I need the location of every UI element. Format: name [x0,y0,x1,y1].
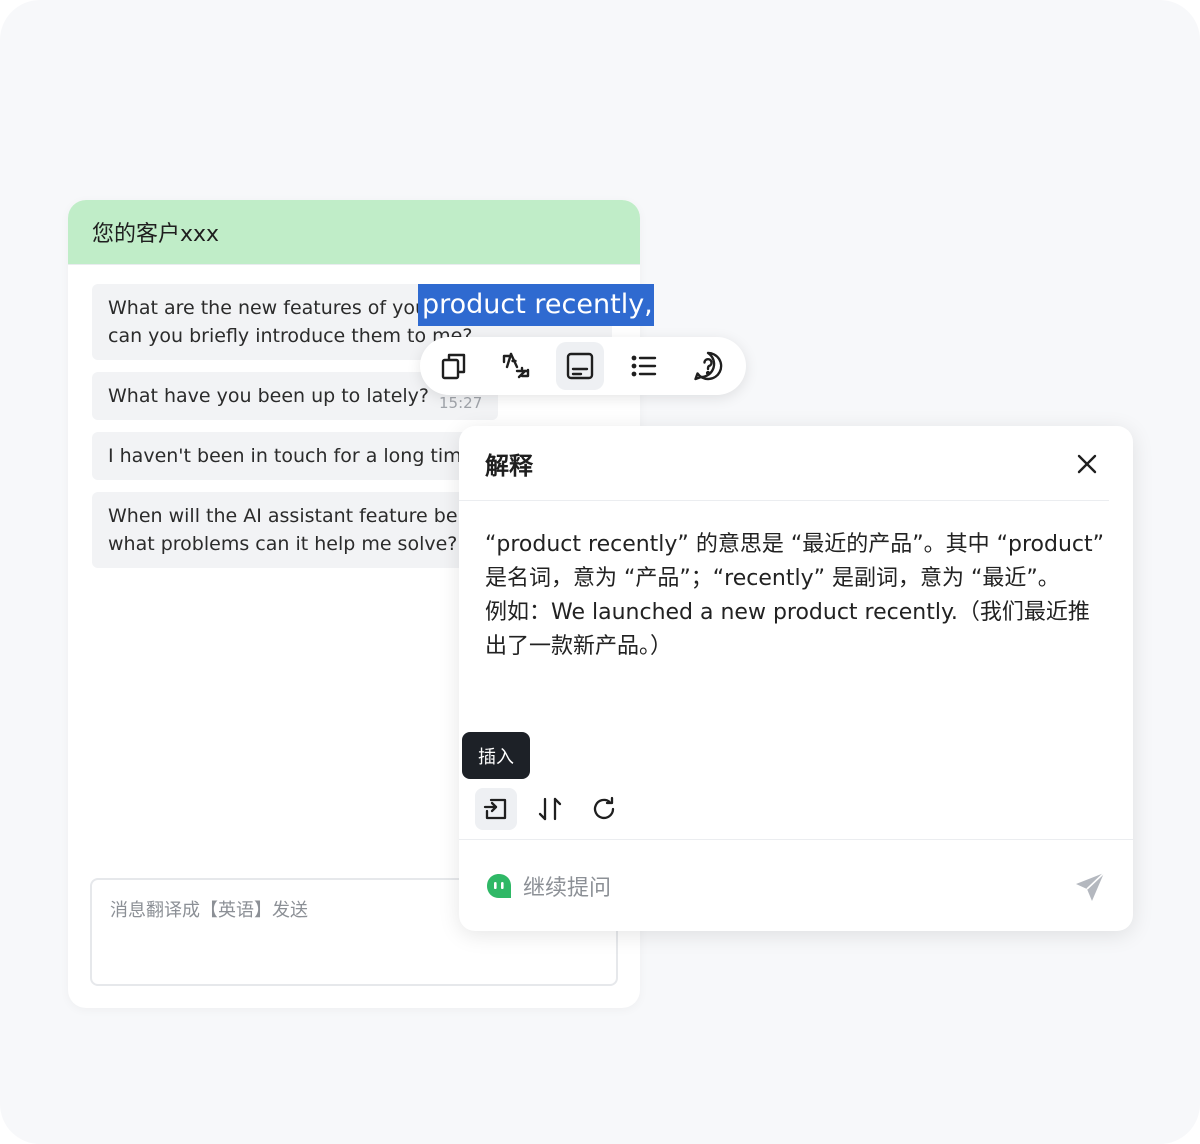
ask-button[interactable] [684,342,732,390]
swap-button[interactable] [529,788,571,830]
swap-icon [538,797,562,821]
message-bubble[interactable]: I haven't been in touch for a long time [92,432,492,480]
close-button[interactable] [1073,450,1101,478]
chat-header: 您的客户xxx [68,200,640,265]
ai-assistant-icon [487,874,511,898]
explanation-text: “product recently” 的意思是 “最近的产品”。其中 “prod… [485,532,1105,659]
message-text: When will the AI assistant feature be l [108,505,469,527]
message-bubble[interactable]: When will the AI assistant feature be l … [92,492,492,568]
panel-divider [459,500,1109,501]
panel-title: 解释 [485,452,533,480]
insert-icon [483,798,507,820]
message-text: What have you been up to lately? [108,385,430,407]
list-icon [631,355,657,377]
selection-toolbar [420,337,746,395]
input-placeholder: 消息翻译成【英语】发送 [110,900,308,921]
question-icon [694,351,723,381]
translate-icon [502,352,530,379]
explain-icon [566,352,594,380]
message-text: what problems can it help me solve? [108,533,458,555]
refresh-icon [593,796,615,820]
explain-button[interactable] [556,342,604,390]
close-icon [1077,454,1097,474]
message-time: 15:27 [439,394,483,412]
send-icon[interactable] [1073,870,1107,904]
explain-panel: 解释 “product recently” 的意思是 “最近的产品”。其中 “p… [459,426,1133,931]
contact-name: 您的客户xxx [92,222,220,247]
translate-button[interactable] [492,342,540,390]
regenerate-button[interactable] [583,788,625,830]
copy-icon [441,353,466,380]
insert-button[interactable] [475,788,517,830]
footer-divider [459,839,1133,840]
summary-button[interactable] [620,342,668,390]
selected-text[interactable]: product recently, [418,284,654,326]
canvas-background: 您的客户xxx What are the new features of you… [0,0,1200,1144]
copy-button[interactable] [430,342,478,390]
insert-tooltip: 插入 [462,732,530,779]
message-text: I haven't been in touch for a long time [108,445,474,467]
followup-input[interactable]: 继续提问 [523,870,611,902]
